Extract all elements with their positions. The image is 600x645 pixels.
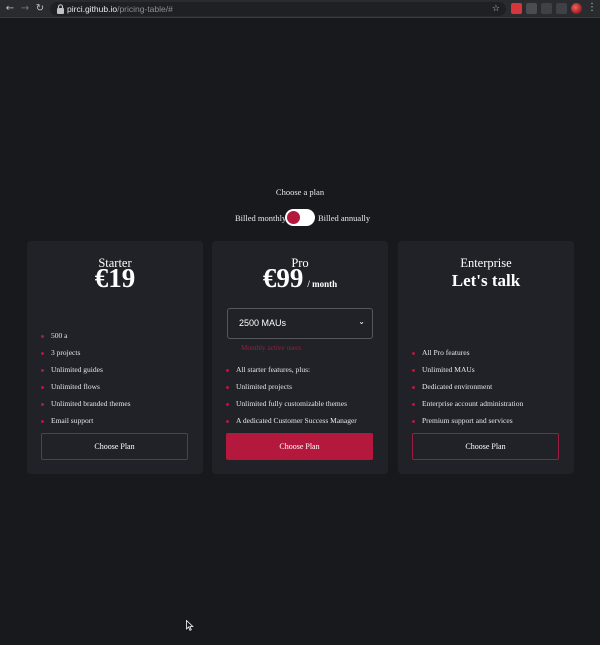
plan-name: Enterprise — [460, 256, 512, 270]
feature-item: Unlimited flows — [41, 381, 131, 398]
feature-item: All Pro features — [412, 347, 523, 364]
bullet-icon — [412, 403, 415, 406]
feature-list: All starter features, plus: Unlimited pr… — [226, 364, 357, 432]
browser-toolbar: ← → ↻ pirci.github.io/pricing-table/# ☆ … — [0, 0, 600, 18]
bullet-icon — [412, 420, 415, 423]
feature-item: 3 projects — [41, 347, 131, 364]
bookmark-star-icon[interactable]: ☆ — [492, 2, 500, 16]
choose-plan-button-pro[interactable]: Choose Plan — [226, 433, 373, 460]
bullet-icon — [226, 369, 229, 372]
extension-icon[interactable] — [541, 3, 552, 14]
bullet-icon — [412, 386, 415, 389]
mau-hint: Monthly active users — [241, 344, 302, 352]
bullet-icon — [412, 352, 415, 355]
menu-kebab-icon[interactable]: ⋮ — [587, 1, 597, 15]
plan-card-starter: Starter €19 500 a 3 projects Unlimited g… — [27, 241, 203, 474]
feature-item: Unlimited branded themes — [41, 398, 131, 415]
feature-item: Premium support and services — [412, 415, 523, 432]
forward-arrow-icon[interactable]: → — [19, 3, 31, 15]
plan-price: €99/ month — [262, 263, 338, 293]
feature-item: Unlimited fully customizable themes — [226, 398, 357, 415]
chevron-down-icon: ⌄ — [358, 317, 365, 326]
choose-plan-button-enterprise[interactable]: Choose Plan — [412, 433, 559, 460]
plan-card-pro: Pro €99/ month 2500 MAUs ⌄ Monthly activ… — [212, 241, 388, 474]
bullet-icon — [226, 386, 229, 389]
feature-item: Dedicated environment — [412, 381, 523, 398]
bullet-icon — [41, 403, 44, 406]
bullet-icon — [412, 369, 415, 372]
feature-item: Unlimited MAUs — [412, 364, 523, 381]
feature-list: 500 a 3 projects Unlimited guides Unlimi… — [41, 330, 131, 432]
price-period: / month — [307, 279, 338, 289]
plan-price: Let's talk — [451, 271, 521, 290]
bullet-icon — [41, 420, 44, 423]
back-arrow-icon[interactable]: ← — [4, 3, 16, 15]
extension-icon[interactable] — [511, 3, 522, 14]
plan-card-enterprise: Enterprise Let's talk All Pro features U… — [398, 241, 574, 474]
feature-item: Unlimited guides — [41, 364, 131, 381]
billing-switch: Billed monthly Billed annually — [0, 209, 600, 227]
feature-item: 500 a — [41, 330, 131, 347]
mau-select-value: 2500 MAUs — [239, 318, 287, 328]
feature-list: All Pro features Unlimited MAUs Dedicate… — [412, 347, 523, 432]
feature-item: Unlimited projects — [226, 381, 357, 398]
extension-icon[interactable] — [526, 3, 537, 14]
choose-plan-button-starter[interactable]: Choose Plan — [41, 433, 188, 460]
reload-icon[interactable]: ↻ — [34, 3, 46, 15]
billing-toggle[interactable] — [285, 209, 315, 226]
mau-select[interactable]: 2500 MAUs ⌄ — [227, 308, 373, 339]
plan-price: €19 — [94, 263, 136, 293]
toggle-knob — [287, 211, 300, 224]
mouse-cursor-icon — [186, 620, 194, 631]
bullet-icon — [41, 335, 44, 338]
lock-icon — [57, 4, 64, 14]
bullet-icon — [41, 386, 44, 389]
feature-item: All starter features, plus: — [226, 364, 357, 381]
puzzle-icon[interactable] — [556, 3, 567, 14]
address-bar[interactable]: pirci.github.io/pricing-table/# ☆ — [50, 2, 506, 16]
bullet-icon — [226, 420, 229, 423]
profile-avatar[interactable] — [571, 3, 582, 14]
url-text: pirci.github.io/pricing-table/# — [67, 4, 173, 14]
feature-item: Enterprise account administration — [412, 398, 523, 415]
billing-monthly-label: Billed monthly — [235, 213, 287, 223]
page-title: Choose a plan — [275, 187, 325, 197]
billing-annually-label: Billed annually — [318, 213, 371, 223]
bullet-icon — [226, 403, 229, 406]
feature-item: Email support — [41, 415, 131, 432]
bullet-icon — [41, 369, 44, 372]
bullet-icon — [41, 352, 44, 355]
feature-item: A dedicated Customer Success Manager — [226, 415, 357, 432]
